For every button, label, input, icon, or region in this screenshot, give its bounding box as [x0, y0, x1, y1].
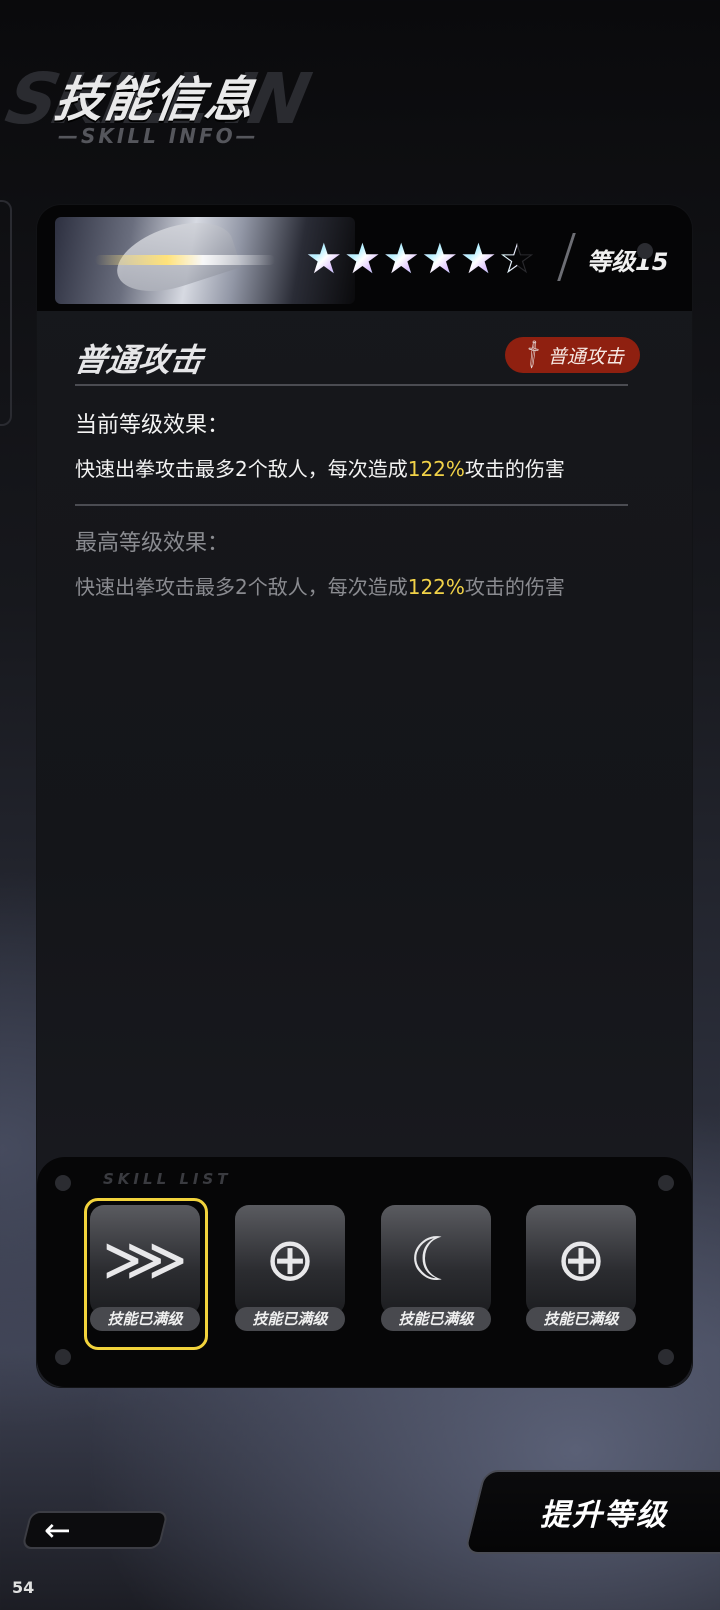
star-rating: ★ ★ ★ ★ ★ ☆	[305, 238, 536, 280]
star-icon: ★	[305, 234, 343, 283]
skill-slot-2[interactable]: ⊕ 技能已满级	[235, 1205, 345, 1331]
skill-name: 普通攻击	[72, 341, 206, 379]
current-effect-desc: 快速出拳攻击最多2个敌人，每次造成122%攻击的伤害	[75, 457, 565, 481]
page-number: 54	[12, 1578, 35, 1597]
skill-status-caption: 技能已满级	[235, 1307, 345, 1331]
level-label: 等级15	[587, 248, 669, 276]
crosshair-icon: ⊕	[555, 1225, 607, 1295]
skill-type-badge: 🗡 普通攻击	[505, 337, 640, 373]
claw-icon: ⋙	[102, 1225, 188, 1295]
damage-percent: 122%	[407, 457, 465, 481]
star-icon: ★	[382, 234, 420, 283]
max-effect-label: 最高等级效果：	[75, 531, 230, 556]
arrow-left-icon: ←	[44, 1511, 71, 1549]
page-subtitle: —SKILL INFO—	[58, 124, 259, 148]
bolt-dot	[658, 1349, 674, 1365]
skill-list-bar: SKILL LIST ⋙ 技能已满级 ⊕ 技能已满级 ☾ 技能已满级 ⊕ 技能已…	[37, 1157, 692, 1387]
side-tab-edge[interactable]	[0, 200, 12, 426]
skill-status-caption: 技能已满级	[90, 1307, 200, 1331]
star-icon: ★	[343, 234, 382, 283]
damage-percent: 122%	[407, 575, 465, 599]
star-icon: ★	[420, 234, 459, 283]
slash-icon: ☾	[409, 1225, 463, 1295]
star-icon: ★	[459, 234, 498, 283]
skill-status-caption: 技能已满级	[526, 1307, 636, 1331]
divider	[75, 504, 628, 506]
character-banner: ★ ★ ★ ★ ★ ☆ 等级15	[37, 205, 692, 311]
skill-slot-3[interactable]: ☾ 技能已满级	[381, 1205, 491, 1331]
page-title: 技能信息	[51, 72, 260, 128]
crosshair-icon: ⊕	[264, 1225, 316, 1295]
max-effect-desc: 快速出拳攻击最多2个敌人，每次造成122%攻击的伤害	[75, 575, 565, 599]
skill-slot-4[interactable]: ⊕ 技能已满级	[526, 1205, 636, 1331]
divider	[75, 384, 628, 386]
bolt-dot	[637, 243, 653, 259]
skill-slot-1[interactable]: ⋙ 技能已满级	[84, 1198, 208, 1350]
upgrade-button-label[interactable]: 提升等级	[540, 1490, 668, 1534]
sword-icon: 🗡	[516, 339, 548, 371]
skill-status-caption: 技能已满级	[381, 1307, 491, 1331]
bolt-dot	[55, 1175, 71, 1191]
bolt-dot	[55, 1349, 71, 1365]
back-button[interactable]: ←	[21, 1511, 169, 1549]
bolt-dot	[658, 1175, 674, 1191]
half-star-icon: ☆	[498, 234, 536, 283]
skill-list-label: SKILL LIST	[103, 1170, 232, 1188]
current-effect-label: 当前等级效果：	[75, 413, 230, 438]
level-divider	[557, 233, 576, 281]
skill-type-label: 普通攻击	[547, 345, 624, 368]
